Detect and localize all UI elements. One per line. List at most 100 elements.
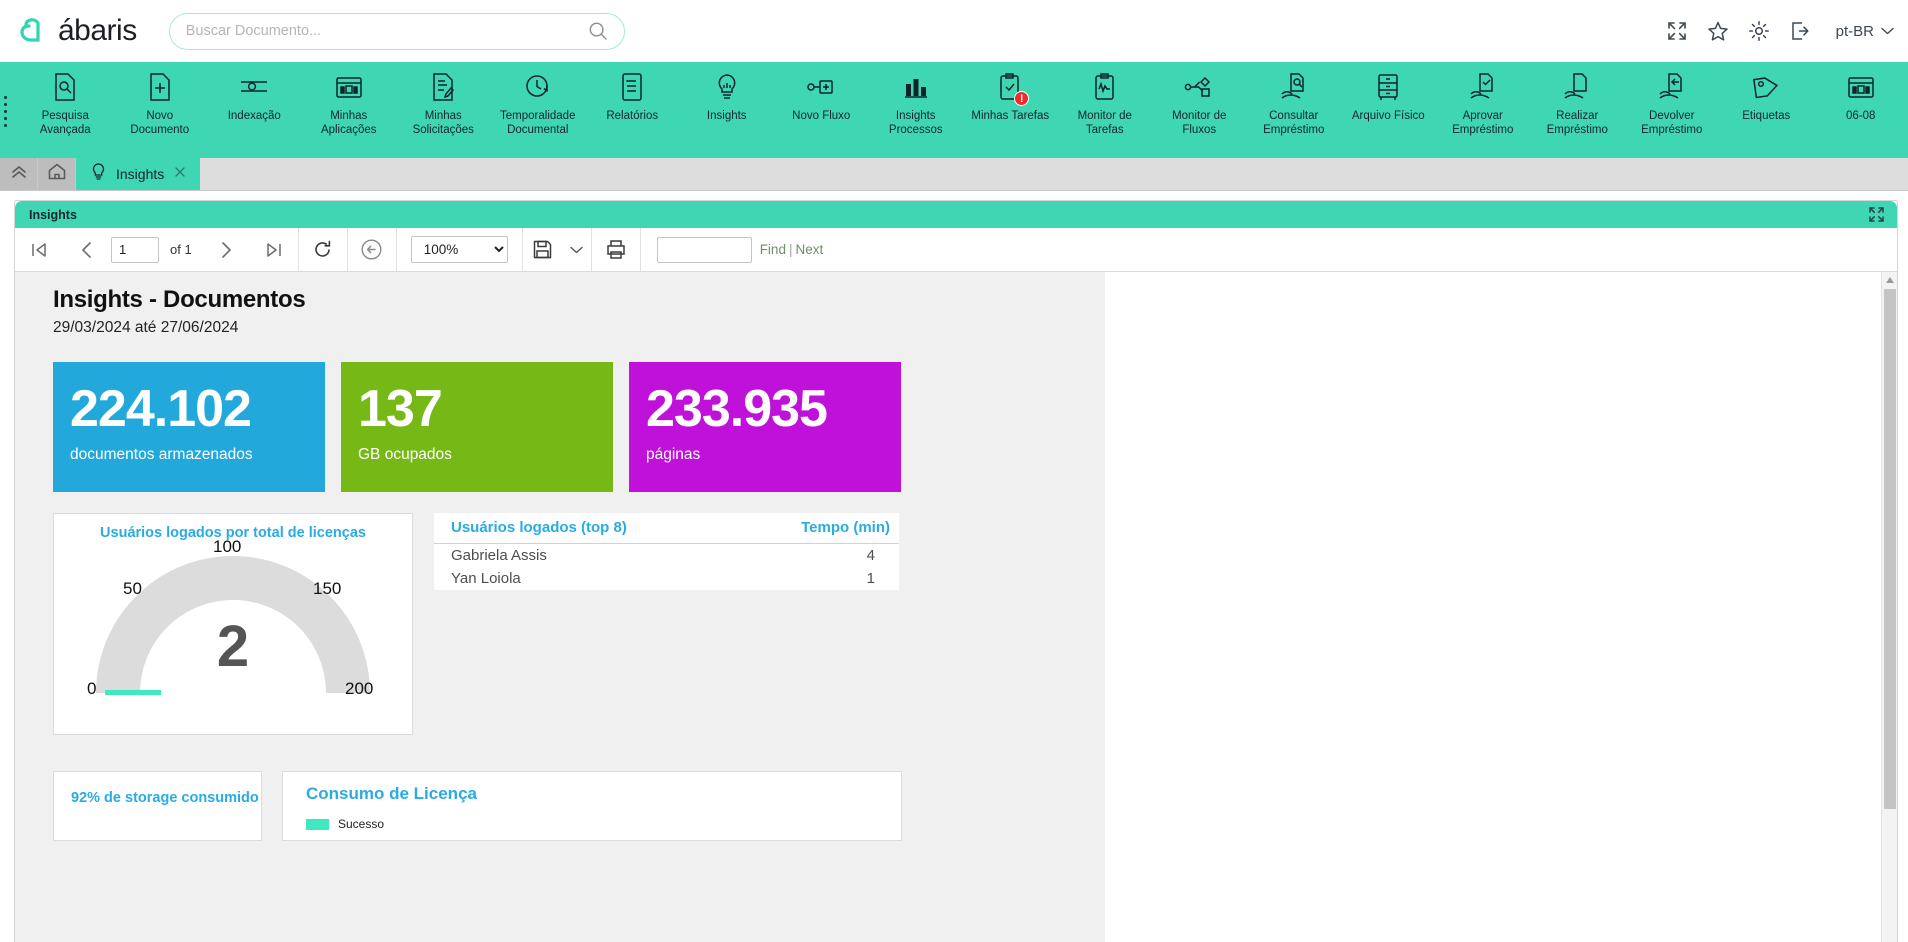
last-page-icon[interactable] [250, 228, 298, 271]
toolbar-item-novo-documento[interactable]: Novo Documento [113, 70, 208, 137]
save-disk-icon[interactable] [523, 228, 563, 271]
gauge-chart: 0 50 100 150 200 2 [83, 537, 383, 725]
toolbar-item-monitor-de-fluxos[interactable]: Monitor de Fluxos [1152, 70, 1247, 137]
toolbar-label: Indexação [227, 110, 281, 122]
fullscreen-icon[interactable] [1666, 20, 1688, 42]
search-box[interactable] [168, 12, 625, 50]
app-header: ábaris Buscar Documento... pt-BR [0, 0, 1908, 62]
drag-handle-icon[interactable] [4, 96, 7, 127]
toolbar-item-relatorios[interactable]: Relatórios [585, 70, 680, 137]
panel-header: Insights [15, 201, 1897, 228]
first-page-icon[interactable] [15, 228, 63, 271]
toolbar-item-etiquetas[interactable]: Etiquetas [1719, 70, 1814, 137]
back-circle-icon[interactable] [348, 228, 396, 271]
search-input[interactable] [185, 23, 588, 39]
back-group [348, 228, 397, 271]
toolbar-item-devolver-emprestimo[interactable]: Devolver Empréstimo [1625, 70, 1720, 137]
search-icon[interactable] [588, 21, 608, 41]
document-add-icon [147, 70, 173, 104]
language-selector[interactable]: pt-BR [1836, 23, 1894, 40]
vertical-scrollbar[interactable] [1881, 272, 1897, 942]
toolbar-item-aprovar-emprestimo[interactable]: Aprovar Empréstimo [1436, 70, 1531, 137]
home-tab-button[interactable] [38, 158, 76, 190]
find-group: Find | Next [641, 236, 823, 263]
next-page-icon[interactable] [202, 228, 250, 271]
toolbar-item-arquivo-fisico[interactable]: Arquivo Físico [1341, 70, 1436, 137]
prev-page-icon[interactable] [63, 228, 111, 271]
clipboard-check-icon: ! [997, 70, 1030, 106]
document-signature-icon [430, 70, 456, 104]
toolbar-items: Pesquisa Avançada Novo Documento Indexaç… [0, 70, 1908, 137]
toolbar-item-temporalidade-documental[interactable]: Temporalidade Documental [491, 70, 586, 137]
toolbar-label: Monitor de Fluxos [1172, 110, 1227, 136]
zoom-group: 100% [397, 228, 523, 271]
applications-window-icon [334, 70, 364, 104]
toolbar-label: Novo Documento [130, 110, 190, 136]
toolbar-label: Novo Fluxo [792, 110, 851, 122]
toolbar-item-consultar-emprestimo[interactable]: Consultar Empréstimo [1247, 70, 1342, 137]
toolbar-item-insights[interactable]: Insights [680, 70, 775, 137]
toolbar-item-minhas-tarefas[interactable]: ! Minhas Tarefas [963, 70, 1058, 137]
toolbar-label: Insights [706, 110, 747, 122]
toolbar-label: Minhas Tarefas [971, 110, 1050, 122]
toolbar-item-06-08[interactable]: 06-08 [1814, 70, 1908, 137]
zoom-select[interactable]: 100% [410, 236, 508, 263]
clipboard-monitor-icon [1092, 70, 1118, 104]
loan-search-icon [1279, 70, 1309, 104]
report-toolbar: of 1 [15, 228, 1897, 272]
page-number-input[interactable] [111, 236, 159, 263]
find-next-button[interactable]: Next [795, 242, 823, 257]
print-icon[interactable] [592, 228, 640, 271]
toolbar-label: Minhas Aplicações [320, 110, 377, 136]
license-legend: Sucesso [306, 817, 901, 831]
toolbar-item-minhas-aplicacoes[interactable]: Minhas Aplicações [302, 70, 397, 137]
storage-text: 92% de storage consumido [71, 790, 259, 806]
toolbar-label: Realizar Empréstimo [1546, 110, 1608, 136]
logout-icon[interactable] [1789, 20, 1811, 42]
toolbar-label: Devolver Empréstimo [1641, 110, 1703, 136]
table-row: Gabriela Assis 4 [434, 543, 899, 567]
report-empty-pane [1105, 272, 1897, 942]
find-input[interactable] [656, 236, 752, 263]
gear-icon[interactable] [1748, 20, 1770, 42]
file-cabinet-icon [1375, 70, 1401, 104]
toolbar-item-realizar-emprestimo[interactable]: Realizar Empréstimo [1530, 70, 1625, 137]
kpi-card-gb: 137 GB ocupados [341, 362, 613, 492]
toolbar-item-monitor-de-tarefas[interactable]: Monitor de Tarefas [1058, 70, 1153, 137]
star-icon[interactable] [1707, 20, 1729, 42]
export-chevron-down-icon[interactable] [563, 228, 591, 271]
find-button[interactable]: Find [760, 242, 786, 257]
task-badge: ! [1014, 91, 1030, 106]
toolbar-item-novo-fluxo[interactable]: Novo Fluxo [774, 70, 869, 137]
tag-icon [1751, 70, 1781, 104]
close-icon[interactable] [173, 165, 187, 184]
toolbar-label: Etiquetas [1742, 110, 1791, 122]
tab-insights[interactable]: Insights [76, 158, 201, 190]
toolbar-label: Temporalidade Documental [500, 110, 576, 136]
cell-user-name: Gabriela Assis [434, 543, 729, 567]
header-actions: pt-BR [1666, 0, 1894, 62]
loan-approve-icon [1468, 70, 1498, 104]
kpi-card-paginas: 233.935 páginas [629, 362, 901, 492]
legend-swatch-sucesso [306, 818, 329, 830]
lightbulb-insights-icon [714, 70, 740, 104]
cell-user-name: Yan Loiola [434, 567, 729, 590]
scroll-up-arrow[interactable] [1882, 272, 1897, 288]
bottom-row: 92% de storage consumido Consumo de Lice… [53, 771, 1105, 841]
table-header-row: Usuários logados (top 8) Tempo (min) [434, 513, 899, 544]
brand-logo[interactable]: ábaris [16, 12, 137, 50]
legend-label-sucesso: Sucesso [338, 817, 385, 831]
kpi-value: 233.935 [646, 380, 828, 438]
kpi-label: documentos armazenados [70, 446, 253, 463]
toolbar-item-pesquisa-avancada[interactable]: Pesquisa Avançada [18, 70, 113, 137]
scrollbar-thumb[interactable] [1884, 289, 1896, 809]
toolbar-item-insights-processos[interactable]: Insights Processos [869, 70, 964, 137]
toolbar-item-minhas-solicitacoes[interactable]: Minhas Solicitações [396, 70, 491, 137]
refresh-icon[interactable] [299, 228, 347, 271]
collapse-toolbar-button[interactable] [0, 158, 38, 190]
toolbar-item-indexacao[interactable]: Indexação [207, 70, 302, 137]
table-row: Yan Loiola 1 [434, 567, 899, 590]
expand-icon[interactable] [1868, 206, 1885, 228]
gauge-tick-200: 200 [345, 679, 374, 698]
kpi-label: GB ocupados [358, 446, 452, 463]
